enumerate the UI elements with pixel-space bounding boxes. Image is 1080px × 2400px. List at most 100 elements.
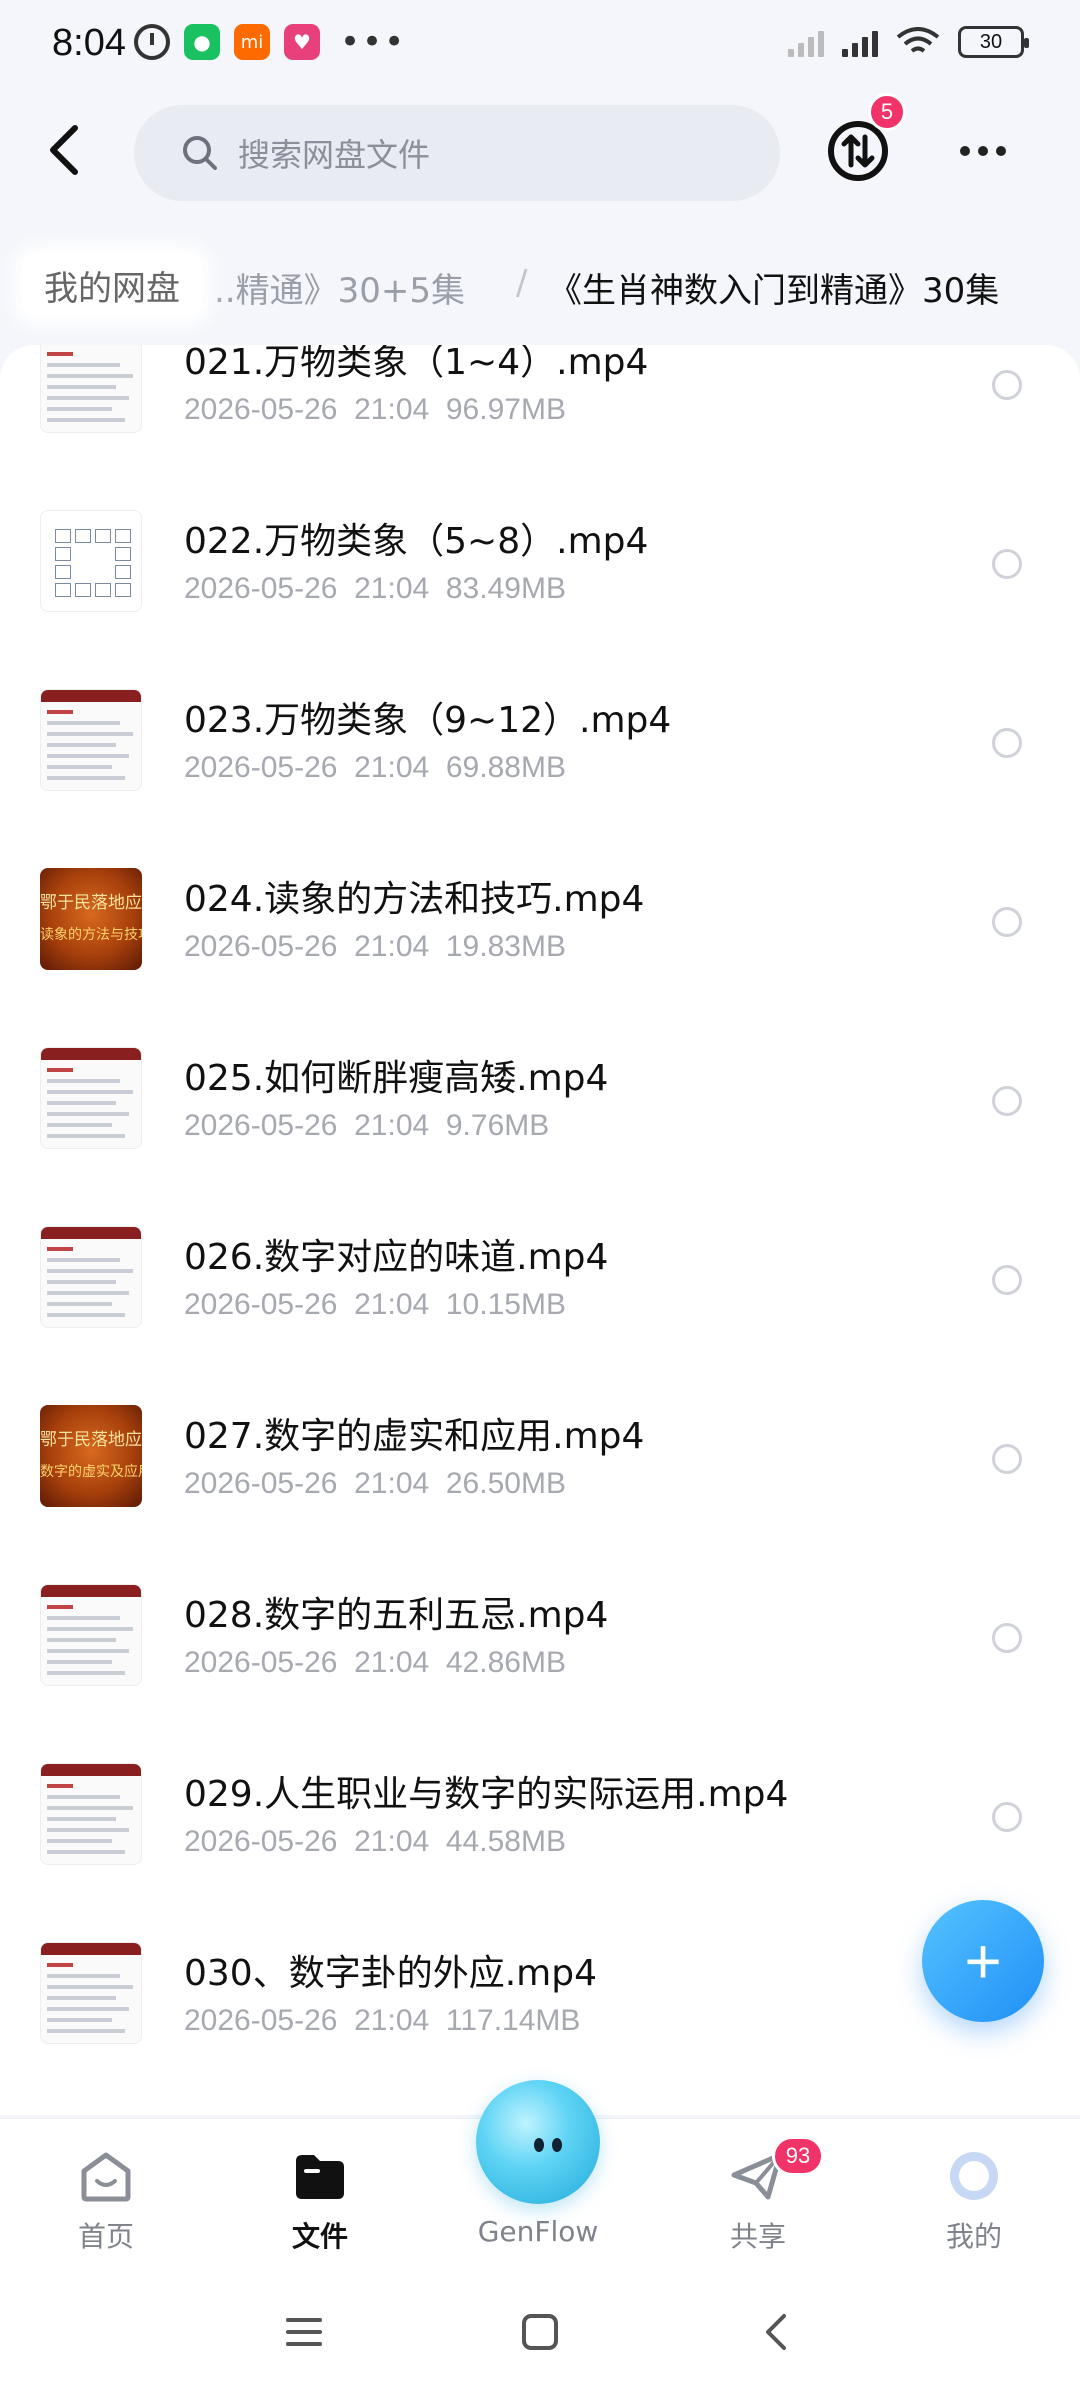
breadcrumb-home[interactable]: 我的网盘	[22, 253, 202, 317]
add-button[interactable]: +	[922, 1900, 1044, 2022]
meta-spacer	[429, 2004, 446, 2037]
select-radio[interactable]	[992, 728, 1022, 758]
file-row[interactable]: 鄂于民落地应 数字的虚实及应用 027.数字的虚实和应用.mp4 2026-05-26…	[0, 1367, 1080, 1546]
screen: { "status_bar": { "time": "8:04", "batte…	[0, 0, 1080, 2400]
file-row[interactable]: 鄂于民落地应 读象的方法与技巧 024.读象的方法和技巧.mp4 2026-05-26…	[0, 830, 1080, 1009]
thumbnail-text-line	[47, 1280, 116, 1284]
folder-icon	[296, 2155, 344, 2199]
thumbnail-grid-cell	[75, 529, 91, 543]
file-row[interactable]: 021.万物类象（1~4）.mp4 2026-05-26 21:04 96.97M…	[0, 345, 1080, 472]
plus-icon: +	[964, 1925, 1002, 1997]
meta-spacer	[429, 393, 446, 426]
file-meta: 2026-05-26 21:04 9.76MB	[184, 1109, 549, 1143]
select-radio[interactable]	[992, 1444, 1022, 1474]
header: 搜索网盘文件 5	[0, 93, 1080, 215]
thumbnail-header-bar	[41, 1227, 141, 1239]
file-size: 9.76MB	[445, 1109, 550, 1142]
status-notification-icons: ● mi ♥ •••	[134, 22, 406, 62]
file-size: 26.50MB	[445, 1467, 566, 1500]
thumbnail-text-line	[47, 396, 129, 400]
file-list: 021.万物类象（1~4）.mp4 2026-05-26 21:04 96.97M…	[0, 345, 1080, 2115]
nav-share-label: 共享	[729, 2220, 786, 2253]
file-size: 42.86MB	[445, 1646, 566, 1679]
file-row[interactable]: 028.数字的五利五忌.mp4 2026-05-26 21:04 42.86MB	[0, 1546, 1080, 1725]
select-radio[interactable]	[992, 549, 1022, 579]
select-radio[interactable]	[992, 907, 1022, 937]
thumbnail-grid-cell	[115, 529, 131, 543]
nav-files[interactable]: 文件	[240, 2119, 400, 2269]
thumbnail-text-line	[47, 1806, 133, 1810]
file-size: 69.88MB	[445, 751, 566, 784]
file-row[interactable]: 030、数字卦的外应.mp4 2026-05-26 21:04 117.14MB	[0, 1904, 1080, 2083]
thumbnail-grid-cell	[115, 565, 131, 579]
file-name: 028.数字的五利五忌.mp4	[184, 1595, 609, 1636]
thumbnail-text-line	[47, 1291, 129, 1295]
thumbnail-text-line	[47, 1313, 125, 1317]
back-button[interactable]	[30, 115, 100, 185]
file-thumbnail	[40, 1047, 142, 1149]
file-size: 96.97MB	[445, 393, 566, 426]
thumbnail-title: 鄂于民落地应	[40, 1430, 142, 1450]
thumbnail-text-line	[47, 1963, 73, 1967]
nav-home[interactable]: 首页	[26, 2119, 186, 2269]
thumbnail-text-line	[47, 374, 133, 378]
select-radio[interactable]	[992, 1802, 1022, 1832]
thumbnail-text-line	[47, 1784, 73, 1788]
meta-spacer	[429, 1646, 446, 1679]
file-thumbnail	[40, 510, 142, 612]
thumbnail-text-line	[47, 1068, 73, 1072]
file-date: 2026-05-26 21:04	[184, 572, 430, 605]
thumbnail-text-line	[47, 352, 73, 356]
select-radio[interactable]	[992, 1265, 1022, 1295]
file-thumbnail: 鄂于民落地应 读象的方法与技巧	[40, 868, 142, 970]
file-name: 024.读象的方法和技巧.mp4	[184, 879, 645, 920]
genflow-mascot-icon[interactable]	[476, 2080, 600, 2204]
file-name: 029.人生职业与数字的实际运用.mp4	[184, 1774, 789, 1815]
breadcrumb: ..精通》30+5集 我的网盘 / 《生肖神数入门到精通》30集	[0, 235, 1080, 335]
nav-files-label: 文件	[291, 2220, 348, 2253]
thumbnail-grid-cell	[115, 583, 131, 597]
thumbnail-text-line	[47, 1112, 129, 1116]
file-meta: 2026-05-26 21:04 96.97MB	[184, 393, 566, 427]
thumbnail-header-bar	[41, 1764, 141, 1776]
file-row[interactable]: 023.万物类象（9~12）.mp4 2026-05-26 21:04 69.88…	[0, 651, 1080, 830]
thumbnail-text-line	[47, 1079, 120, 1083]
thumbnail-text-line	[47, 1258, 120, 1262]
thumbnail-text-line	[47, 765, 112, 769]
file-size: 83.49MB	[445, 572, 566, 605]
file-date: 2026-05-26 21:04	[184, 930, 430, 963]
meta-spacer	[429, 751, 446, 784]
file-date: 2026-05-26 21:04	[184, 751, 430, 784]
file-row[interactable]: 025.如何断胖瘦高矮.mp4 2026-05-26 21:04 9.76MB	[0, 1009, 1080, 1188]
breadcrumb-parent[interactable]: ..精通》30+5集	[214, 263, 465, 312]
file-date: 2026-05-26 21:04	[184, 393, 430, 426]
file-date: 2026-05-26 21:04	[184, 1109, 430, 1142]
file-thumbnail	[40, 1763, 142, 1865]
select-radio[interactable]	[992, 1086, 1022, 1116]
file-thumbnail	[40, 1942, 142, 2044]
file-row[interactable]: 029.人生职业与数字的实际运用.mp4 2026-05-26 21:04 44.…	[0, 1725, 1080, 1904]
more-options-button[interactable]	[950, 123, 1016, 179]
file-meta: 2026-05-26 21:04 10.15MB	[184, 1288, 566, 1322]
file-date: 2026-05-26 21:04	[184, 1467, 430, 1500]
system-home-icon[interactable]	[520, 2312, 560, 2352]
thumbnail-text-line	[47, 1616, 120, 1620]
file-row[interactable]: 026.数字对应的味道.mp4 2026-05-26 21:04 10.15MB	[0, 1188, 1080, 1367]
file-name: 023.万物类象（9~12）.mp4	[184, 700, 672, 741]
alarm-icon	[134, 24, 170, 60]
dot-icon	[996, 146, 1006, 156]
file-name: 021.万物类象（1~4）.mp4	[184, 345, 649, 383]
file-date: 2026-05-26 21:04	[184, 1288, 430, 1321]
file-row[interactable]: 022.万物类象（5~8）.mp4 2026-05-26 21:04 83.49M…	[0, 472, 1080, 651]
thumbnail-text-line	[47, 1795, 120, 1799]
system-back-icon[interactable]	[760, 2312, 790, 2352]
select-radio[interactable]	[992, 1623, 1022, 1653]
search-input[interactable]: 搜索网盘文件	[134, 105, 780, 201]
transfer-button[interactable]: 5	[826, 93, 906, 185]
file-date: 2026-05-26 21:04	[184, 2004, 430, 2037]
nav-me[interactable]: 我的	[894, 2119, 1054, 2269]
select-radio[interactable]	[992, 370, 1022, 400]
file-size: 44.58MB	[445, 1825, 566, 1858]
recent-apps-icon[interactable]	[284, 2314, 324, 2350]
thumbnail-text-line	[47, 1828, 129, 1832]
